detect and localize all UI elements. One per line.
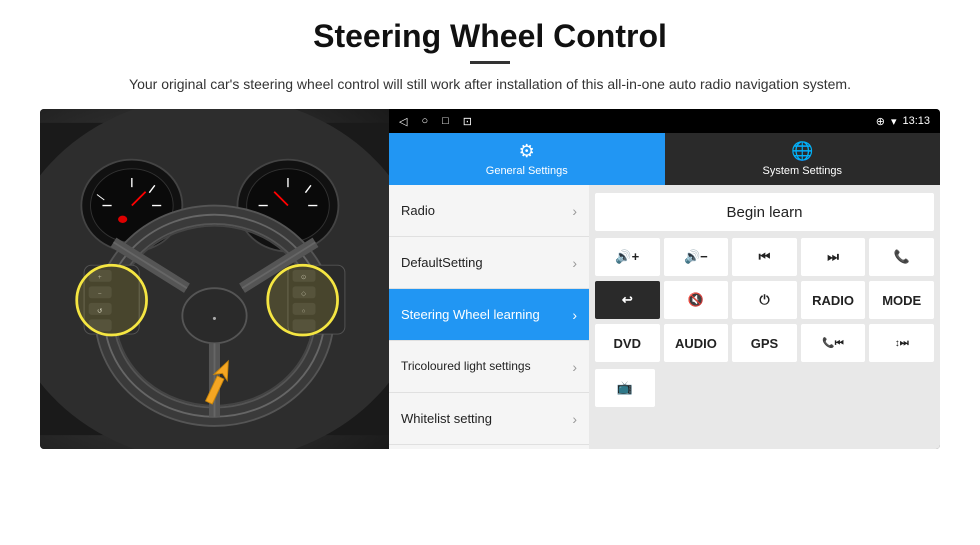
menu-item-default[interactable]: DefaultSetting ›: [389, 237, 589, 289]
menu-radio-arrow: ›: [572, 203, 577, 219]
home-icon: ○: [421, 115, 428, 127]
menu-default-arrow: ›: [572, 255, 577, 271]
page-subtitle: Your original car's steering wheel contr…: [129, 74, 851, 95]
volume-up-button[interactable]: 🔊+: [595, 238, 660, 276]
status-time: 13:13: [902, 115, 930, 127]
power-button[interactable]: ⏻: [732, 281, 797, 319]
dvd-button[interactable]: DVD: [595, 324, 660, 362]
media-button[interactable]: 📺: [595, 369, 655, 407]
hang-up-button[interactable]: ↩: [595, 281, 660, 319]
phone-next-button[interactable]: ↕⏭: [869, 324, 934, 362]
menu-item-steering[interactable]: Steering Wheel learning ›: [389, 289, 589, 341]
tab-general[interactable]: ⚙ General Settings: [389, 133, 665, 185]
recent-icon: □: [442, 115, 449, 127]
begin-learn-row: Begin learn: [595, 191, 934, 233]
left-menu: Radio › DefaultSetting › Steering Wheel …: [389, 185, 589, 449]
menu-item-whitelist[interactable]: Whitelist setting ›: [389, 393, 589, 445]
menu-item-radio[interactable]: Radio ›: [389, 185, 589, 237]
tab-system[interactable]: 🌐 System Settings: [665, 133, 941, 185]
control-row-2: ↩ 🔇 ⏻ RADIO MODE: [595, 281, 934, 319]
system-settings-icon: 🌐: [791, 141, 813, 162]
next-track-button[interactable]: ⏭: [801, 238, 866, 276]
general-settings-icon: ⚙: [519, 141, 535, 162]
right-control-panel: Begin learn 🔊+ 🔊− ⏮ ⏭ 📞 ↩ 🔇 ⏻: [589, 185, 940, 449]
mute-button[interactable]: 🔇: [664, 281, 729, 319]
title-divider: [470, 61, 510, 64]
tab-system-label: System Settings: [763, 165, 842, 177]
status-bar: ◁ ○ □ ⊡ ⊕ ▾ 13:13: [389, 109, 940, 133]
menu-steering-label: Steering Wheel learning: [401, 307, 540, 322]
steering-wheel-image: ● + − ↺: [40, 109, 389, 449]
menu-whitelist-arrow: ›: [572, 411, 577, 427]
menu-item-tricoloured[interactable]: Tricoloured light settings ›: [389, 341, 589, 393]
menu-default-label: DefaultSetting: [401, 255, 483, 270]
control-row-3: DVD AUDIO GPS 📞⏮ ↕⏭: [595, 324, 934, 362]
begin-learn-button[interactable]: Begin learn: [595, 193, 934, 231]
wifi-icon: ▾: [891, 115, 897, 128]
top-tabs: ⚙ General Settings 🌐 System Settings: [389, 133, 940, 185]
menu-radio-label: Radio: [401, 203, 435, 218]
gps-button[interactable]: GPS: [732, 324, 797, 362]
page-title: Steering Wheel Control: [313, 18, 667, 55]
menu-steering-arrow: ›: [572, 307, 577, 323]
menu-whitelist-label: Whitelist setting: [401, 411, 492, 426]
radio-button[interactable]: RADIO: [801, 281, 866, 319]
volume-down-button[interactable]: 🔊−: [664, 238, 729, 276]
phone-button[interactable]: 📞: [869, 238, 934, 276]
prev-track-button[interactable]: ⏮: [732, 238, 797, 276]
android-panel: ◁ ○ □ ⊡ ⊕ ▾ 13:13 ⚙ General Settings: [389, 109, 940, 449]
svg-text:●: ●: [212, 313, 216, 322]
tab-general-label: General Settings: [486, 165, 568, 177]
main-content: Radio › DefaultSetting › Steering Wheel …: [389, 185, 940, 449]
mode-button[interactable]: MODE: [869, 281, 934, 319]
audio-button[interactable]: AUDIO: [664, 324, 729, 362]
gps-icon: ⊕: [876, 115, 885, 128]
menu-tricoloured-label: Tricoloured light settings: [401, 359, 531, 373]
control-row-1: 🔊+ 🔊− ⏮ ⏭ 📞: [595, 238, 934, 276]
phone-prev-button[interactable]: 📞⏮: [801, 324, 866, 362]
menu-tricoloured-arrow: ›: [572, 359, 577, 375]
menu-icon: ⊡: [463, 115, 472, 128]
back-icon: ◁: [399, 115, 407, 128]
